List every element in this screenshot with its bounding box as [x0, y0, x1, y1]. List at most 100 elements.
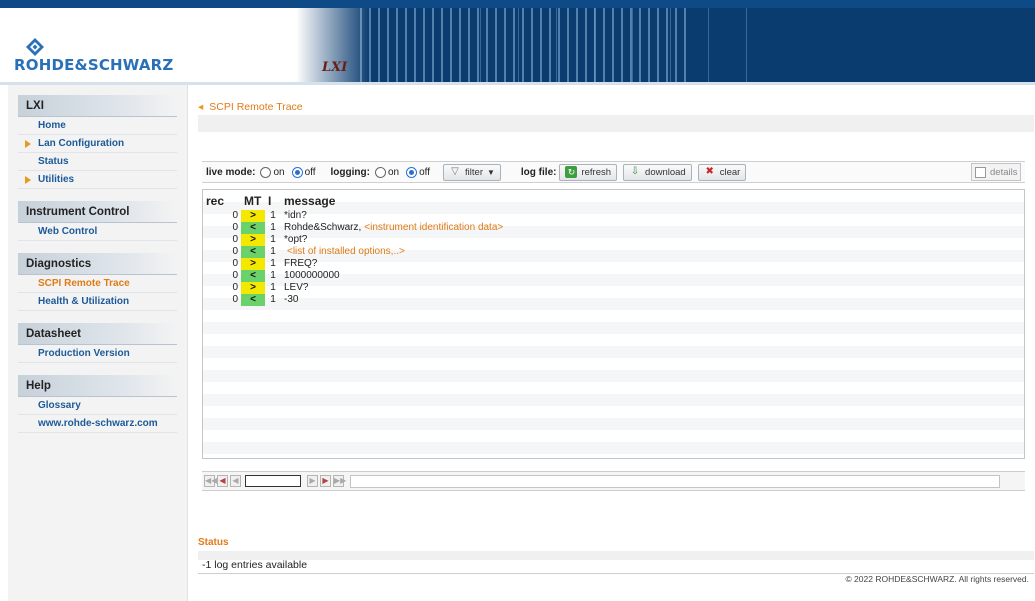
sidebar-item[interactable]: Production Version	[18, 345, 177, 363]
download-icon: ⇩	[630, 166, 640, 177]
rec-cell: 0	[232, 246, 238, 257]
message-text: Rohde&Schwarz,	[284, 222, 362, 233]
table-row: 0 <1 1000000000	[203, 270, 506, 282]
rec-cell: 0	[232, 234, 238, 245]
sidebar-item[interactable]: Utilities	[18, 171, 177, 189]
sidebar-item[interactable]: Health & Utilization	[18, 293, 177, 311]
logging-on-radio[interactable]	[374, 166, 386, 178]
i-cell: 1	[270, 270, 276, 281]
trace-table-panel: rec MT I message 0 >1 *idn? 0 <1 Rohde&Schwar…	[202, 189, 1025, 459]
last-page-icon[interactable]: ▶▶	[333, 475, 346, 487]
sidebar-item[interactable]: Status	[18, 153, 177, 171]
trace-toolbar: live mode: on off logging: on off ▽ filte…	[202, 161, 1025, 183]
message-text: LEV?	[284, 282, 309, 293]
download-button[interactable]: ⇩ download	[623, 163, 692, 181]
i-cell: 1	[270, 282, 276, 293]
status-text: -1 log entries available	[202, 559, 308, 571]
details-label: details	[990, 166, 1018, 178]
sidebar-section: Datasheet Production Version	[8, 323, 187, 363]
mt-cell: >	[241, 210, 265, 222]
sidebar-item-label: Status	[38, 156, 69, 167]
mt-cell: >	[241, 282, 265, 294]
sidebar: LXI Home Lan Configuration Status Utilities I…	[8, 85, 188, 601]
message-cell: *opt?	[281, 234, 506, 246]
filter-label: filter	[465, 166, 483, 178]
message-text: *opt?	[284, 234, 308, 245]
sidebar-item[interactable]: Glossary	[18, 397, 177, 415]
clear-button[interactable]: ✖ clear	[697, 163, 747, 181]
logging-off-radio[interactable]	[406, 166, 418, 178]
trace-table: rec MT I message 0 >1 *idn? 0 <1 Rohde&Schwar…	[203, 192, 506, 306]
sidebar-section: LXI Home Lan Configuration Status Utilities	[8, 95, 187, 189]
sidebar-section-title: Instrument Control	[18, 201, 177, 223]
step-forward-icon[interactable]: ▶	[307, 475, 318, 487]
lxi-logo: LXI	[322, 60, 348, 75]
rec-cell: 0	[232, 294, 238, 305]
message-text: *idn?	[284, 210, 307, 221]
sidebar-section: Help Glossary www.rohde-schwarz.com	[8, 375, 187, 433]
first-page-icon[interactable]: ◀◀	[204, 475, 217, 487]
sidebar-item[interactable]: Home	[18, 117, 177, 135]
mt-cell: <	[241, 222, 265, 234]
log-file-label: log file:	[520, 166, 557, 178]
live-mode-on-radio[interactable]	[260, 166, 272, 178]
sidebar-item[interactable]: www.rohde-schwarz.com	[18, 415, 177, 433]
mt-cell: <	[241, 294, 265, 306]
main-content: ◂ SCPI Remote Trace live mode: on off log…	[190, 85, 1035, 601]
i-cell: 1	[270, 246, 276, 257]
breadcrumb: ◂ SCPI Remote Trace	[198, 101, 303, 113]
chevron-left-icon: ◂	[198, 101, 204, 113]
message-cell: LEV?	[281, 282, 506, 294]
page-input[interactable]	[245, 475, 301, 487]
live-mode-off-radio[interactable]	[291, 166, 303, 178]
sidebar-section: Instrument Control Web Control	[8, 201, 187, 241]
col-header-mt: MT	[244, 194, 262, 208]
live-mode-on-label: on	[273, 166, 285, 178]
rec-cell: 0	[232, 210, 238, 221]
message-cell: 1000000000	[281, 270, 506, 282]
live-mode-off-label: off	[304, 166, 316, 178]
sidebar-item[interactable]: Web Control	[18, 223, 177, 241]
sidebar-section-title: Help	[18, 375, 177, 397]
table-row: 0 >1 *opt?	[203, 234, 506, 246]
message-cell: <list of installed options,..>	[281, 246, 506, 258]
sidebar-item-label: www.rohde-schwarz.com	[38, 418, 158, 429]
logging-off-label: off	[419, 166, 431, 178]
table-row: 0 >1 LEV?	[203, 282, 506, 294]
i-cell: 1	[270, 294, 276, 305]
filter-dropdown[interactable]: ▽ filter ▼	[443, 163, 501, 181]
pager-scroll-track[interactable]	[350, 474, 1000, 488]
mt-cell: <	[241, 246, 265, 258]
breadcrumb-label: SCPI Remote Trace	[209, 101, 303, 113]
copyright: © 2022 ROHDE&SCHWARZ. All rights reserve…	[845, 574, 1029, 584]
message-placeholder: <list of installed options,..>	[287, 246, 405, 257]
table-row: 0 <1 Rohde&Schwarz, <instrument identificat…	[203, 222, 506, 234]
clear-x-icon: ✖	[705, 166, 714, 177]
i-cell: 1	[270, 210, 276, 221]
prev-page-icon[interactable]: ◀	[217, 475, 228, 487]
refresh-button[interactable]: ↻ refresh	[559, 163, 618, 181]
sidebar-item-label: Utilities	[38, 174, 75, 185]
refresh-icon: ↻	[565, 166, 578, 178]
message-placeholder: <instrument identification data>	[364, 222, 504, 233]
rs-diamond-icon	[26, 38, 44, 56]
mt-cell: >	[241, 258, 265, 270]
checkbox-box	[975, 166, 986, 178]
col-header-i: I	[268, 194, 272, 208]
message-cell: Rohde&Schwarz, <instrument identification…	[281, 222, 506, 234]
sidebar-item-label: Home	[38, 120, 66, 131]
message-text: FREQ?	[284, 258, 318, 269]
sidebar-item[interactable]: Lan Configuration	[18, 135, 177, 153]
sidebar-section: Diagnostics SCPI Remote Trace Health & Uti…	[8, 253, 187, 311]
sidebar-item-label: Web Control	[38, 226, 98, 237]
message-text: 1000000000	[284, 270, 340, 281]
pager: ◀◀ ◀ ◀ ▶ ▶ ▶▶	[202, 471, 1025, 491]
next-page-icon[interactable]: ▶	[320, 475, 331, 487]
sidebar-section-title: LXI	[18, 95, 177, 117]
step-back-icon[interactable]: ◀	[230, 475, 241, 487]
details-checkbox[interactable]: details	[971, 163, 1021, 181]
header-banner: ROHDE&SCHWARZ LXI	[0, 0, 1035, 83]
sidebar-item[interactable]: SCPI Remote Trace	[18, 275, 177, 293]
clear-label: clear	[719, 166, 741, 178]
i-cell: 1	[270, 234, 276, 245]
